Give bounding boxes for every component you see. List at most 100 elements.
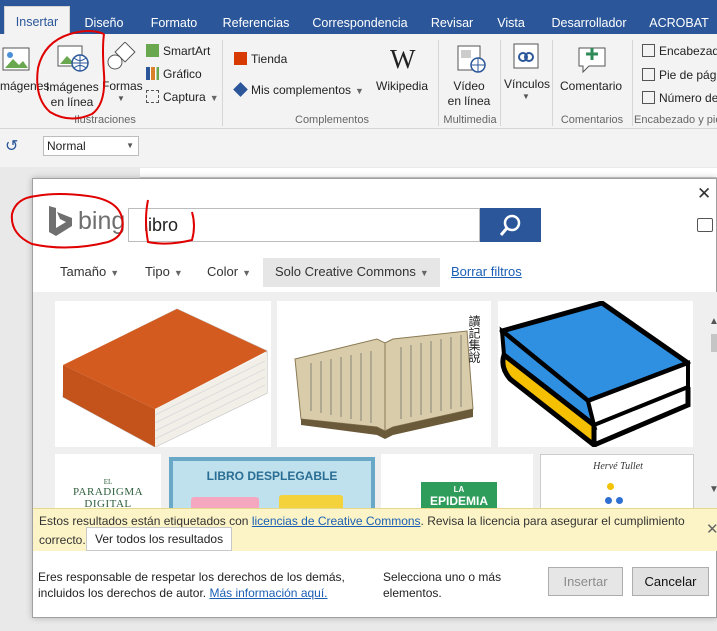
smartart-icon [146, 44, 159, 57]
ribbon-tab-bar: Insertar Diseño Formato Referencias Corr… [0, 0, 717, 34]
chevron-down-icon: ▼ [419, 268, 429, 278]
filter-cc-label: Solo Creative Commons [275, 264, 416, 279]
page-number-button[interactable]: Número de [642, 91, 717, 105]
result-thumbnail[interactable]: 讀記集說 [277, 301, 491, 447]
online-pictures-button[interactable]: Imágenes en línea [46, 80, 99, 110]
paradigma-label-2: PARADIGMA [72, 486, 144, 498]
ruler [140, 168, 717, 178]
online-video-icon [456, 44, 486, 77]
search-button[interactable] [480, 208, 541, 242]
scroll-up-icon[interactable]: ▲ [709, 316, 717, 327]
my-addins-label: Mis complementos [251, 83, 352, 97]
license-notice: Estos resultados están etiquetados con l… [33, 508, 717, 551]
see-all-results-button[interactable]: Ver todos los resultados [86, 527, 233, 551]
cancel-button[interactable]: Cancelar [632, 567, 709, 596]
paradigma-label-1: EL [103, 478, 113, 486]
tab-desarrollador[interactable]: Desarrollador [548, 8, 630, 34]
smartart-button[interactable]: SmartArt [146, 44, 210, 58]
more-info-link[interactable]: Más información aquí. [209, 586, 327, 600]
chart-label: Gráfico [163, 67, 202, 81]
smartart-label: SmartArt [163, 44, 211, 58]
comment-icon [575, 42, 609, 77]
refresh-icon[interactable]: ↺ [5, 136, 18, 156]
filter-size-label: Tamaño [60, 264, 107, 279]
chevron-down-icon: ▼ [110, 268, 120, 278]
bing-b-icon [49, 206, 72, 236]
links-icon [512, 42, 542, 75]
chart-button[interactable]: Gráfico [146, 67, 202, 81]
shapes-button-label[interactable]: Formas [102, 79, 143, 93]
close-icon[interactable]: ✕ [697, 184, 711, 204]
document-margin [0, 178, 32, 631]
group-separator [222, 40, 223, 126]
group-separator [438, 40, 439, 126]
online-video-button[interactable]: Vídeo en línea [446, 79, 492, 109]
insert-button[interactable]: Insertar [548, 567, 623, 596]
clear-filters-link[interactable]: Borrar filtros [451, 264, 522, 279]
filter-size[interactable]: Tamaño ▼ [60, 264, 119, 279]
antique-book-image [294, 330, 474, 439]
libro-desplegable-title: LIBRO DESPLEGABLE [206, 469, 338, 483]
online-pictures-icon [56, 42, 90, 77]
online-pictures-label-1: Imágenes [46, 80, 99, 94]
result-thumbnail[interactable]: LIBRO DESPLEGABLE [169, 457, 375, 512]
creative-commons-link[interactable]: licencias de Creative Commons [252, 514, 421, 528]
header-icon [642, 44, 655, 57]
links-button-label[interactable]: Vínculos [504, 77, 550, 91]
imagenes-button-label[interactable]: mágenes [0, 79, 49, 93]
store-button[interactable]: Tienda [234, 52, 287, 66]
herve-tullet-label: Hervé Tullet [593, 461, 643, 472]
online-pictures-label-2: en línea [50, 95, 94, 109]
tab-correspondencia[interactable]: Correspondencia [310, 8, 410, 34]
notice-line-1: Estos resultados están etiquetados con l… [39, 514, 685, 528]
filter-color[interactable]: Color ▼ [207, 264, 251, 279]
comment-button-label[interactable]: Comentario [560, 79, 622, 93]
shapes-chevron-down-icon[interactable]: ▼ [117, 94, 125, 103]
result-thumbnail[interactable]: Hervé Tullet [540, 454, 694, 512]
my-addins-button[interactable]: Mis complementos ▼ [233, 82, 364, 97]
tab-vista[interactable]: Vista [494, 8, 528, 34]
tab-referencias[interactable]: Referencias [220, 8, 292, 34]
result-thumbnail[interactable]: EL PARADIGMA DIGITAL [55, 454, 161, 512]
filter-creative-commons[interactable]: Solo Creative Commons ▼ [275, 264, 429, 279]
addins-icon [233, 82, 248, 97]
picture-icon [2, 44, 32, 75]
scrollbar-thumb[interactable] [711, 334, 717, 352]
style-chevron-down-icon: ▼ [126, 141, 134, 150]
notice-text-before: Estos resultados están etiquetados con [39, 514, 252, 528]
screenshot-icon [146, 90, 159, 103]
notice-text-after: . Revisa la licencia para asegurar el cu… [420, 514, 685, 528]
tab-formato[interactable]: Formato [146, 8, 202, 34]
media-group-label: Multimedia [443, 114, 497, 126]
orange-book-image [62, 308, 268, 447]
wikipedia-icon: W [390, 44, 416, 74]
notice-close-icon[interactable]: ✕ [706, 520, 717, 538]
online-video-label-1: Vídeo [453, 79, 485, 93]
tab-diseno[interactable]: Diseño [80, 8, 128, 34]
results-grid: 讀記集說 EL PARADIGMA DIGITAL LIBRO DESPLEGA… [33, 292, 717, 512]
tab-revisar[interactable]: Revisar [428, 8, 476, 34]
result-thumbnail[interactable] [55, 301, 271, 447]
screenshot-button[interactable]: Captura ▼ [146, 90, 219, 104]
epidemia-label-1: LA [453, 485, 465, 494]
result-thumbnail[interactable] [498, 301, 693, 447]
chevron-down-icon: ▼ [173, 268, 183, 278]
antique-book-title: 讀記集說 [467, 315, 481, 363]
scroll-down-icon[interactable]: ▼ [709, 484, 717, 495]
illustrations-group-label: Ilustraciones [74, 114, 136, 126]
feedback-icon[interactable] [697, 218, 713, 232]
tab-insertar[interactable]: Insertar [4, 6, 70, 34]
wikipedia-button-label[interactable]: Wikipedia [376, 79, 428, 93]
search-input[interactable]: libro [128, 208, 480, 242]
result-thumbnail[interactable]: LA EPIDEMIA [381, 454, 533, 512]
shapes-icon [106, 41, 136, 75]
links-chevron-down-icon[interactable]: ▼ [522, 92, 530, 101]
filter-type[interactable]: Tipo ▼ [145, 264, 183, 279]
style-selector[interactable]: Normal ▼ [43, 136, 139, 156]
header-button[interactable]: Encabezado [642, 44, 717, 58]
page-number-label: Número de [659, 91, 717, 105]
search-icon [499, 214, 521, 236]
footer-button[interactable]: Pie de página [642, 68, 717, 82]
tab-acrobat[interactable]: ACROBAT [646, 8, 712, 34]
store-label: Tienda [251, 52, 288, 66]
